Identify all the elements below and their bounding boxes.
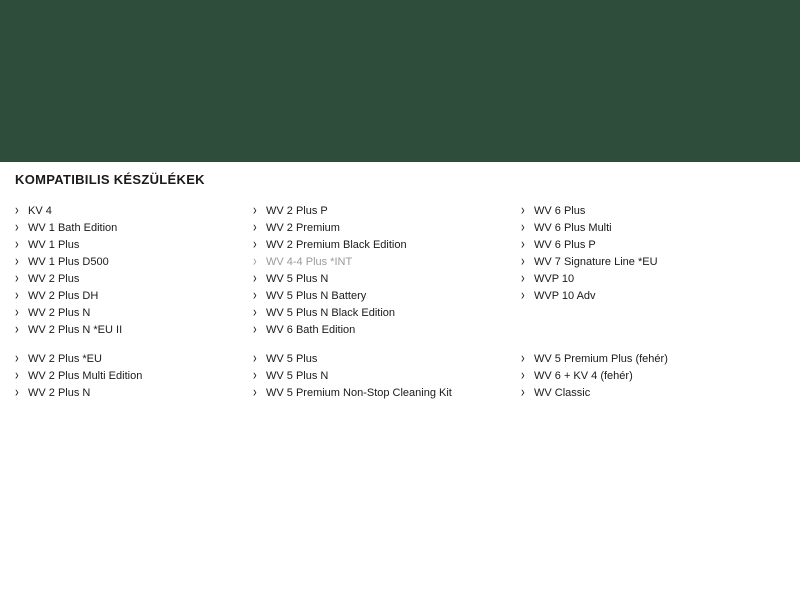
- device-link[interactable]: ›WV 2 Premium: [253, 220, 503, 237]
- device-label: WV 1 Bath Edition: [28, 220, 117, 237]
- chevron-right-icon: ›: [15, 383, 24, 405]
- device-label: WVP 10 Adv: [534, 288, 596, 305]
- device-link[interactable]: ›WV 1 Plus D500: [15, 254, 235, 271]
- device-label: WV 6 + KV 4 (fehér): [534, 368, 633, 385]
- device-label: WV 2 Premium: [266, 220, 340, 237]
- device-column: ›KV 4›WV 1 Bath Edition›WV 1 Plus›WV 1 P…: [15, 203, 235, 415]
- chevron-right-icon: ›: [253, 320, 262, 342]
- device-link[interactable]: ›WV 6 Plus Multi: [521, 220, 761, 237]
- device-link[interactable]: ›WV 2 Plus *EU: [15, 351, 235, 368]
- device-link[interactable]: ›WV 5 Premium Plus (fehér): [521, 351, 761, 368]
- chevron-right-icon: ›: [521, 286, 530, 308]
- device-link[interactable]: ›WVP 10: [521, 271, 761, 288]
- device-link[interactable]: ›WV 2 Premium Black Edition: [253, 237, 503, 254]
- device-link[interactable]: ›WV 6 Plus: [521, 203, 761, 220]
- device-link[interactable]: ›WV 1 Plus: [15, 237, 235, 254]
- device-column: ›WV 2 Plus P›WV 2 Premium›WV 2 Premium B…: [253, 203, 503, 415]
- device-link[interactable]: ›WV 6 Bath Edition: [253, 322, 503, 339]
- device-label: WV 6 Plus P: [534, 237, 596, 254]
- device-link[interactable]: ›WV 5 Plus N Battery: [253, 288, 503, 305]
- chevron-right-icon: ›: [521, 383, 530, 405]
- device-label: WV 4-4 Plus *INT: [266, 254, 352, 271]
- device-label: WV 6 Bath Edition: [266, 322, 355, 339]
- device-label: WV 2 Plus N: [28, 385, 90, 402]
- device-label: WV 2 Plus DH: [28, 288, 98, 305]
- device-link[interactable]: ›WV 5 Plus N Black Edition: [253, 305, 503, 322]
- device-link[interactable]: ›WV 2 Plus Multi Edition: [15, 368, 235, 385]
- device-label: WV 7 Signature Line *EU: [534, 254, 658, 271]
- device-group: ›WV 5 Plus›WV 5 Plus N›WV 5 Premium Non-…: [253, 351, 503, 402]
- device-label: WV 6 Plus: [534, 203, 585, 220]
- device-link[interactable]: ›WV 6 Plus P: [521, 237, 761, 254]
- device-link[interactable]: ›WV 4-4 Plus *INT: [253, 254, 503, 271]
- device-label: WV 2 Plus Multi Edition: [28, 368, 142, 385]
- device-link[interactable]: ›WV 5 Plus N: [253, 368, 503, 385]
- device-link[interactable]: ›WV 6 + KV 4 (fehér): [521, 368, 761, 385]
- device-group: ›WV 2 Plus P›WV 2 Premium›WV 2 Premium B…: [253, 203, 503, 339]
- device-link[interactable]: ›WV 2 Plus DH: [15, 288, 235, 305]
- device-link[interactable]: ›WV 5 Plus N: [253, 271, 503, 288]
- device-label: WV 2 Plus *EU: [28, 351, 102, 368]
- device-link[interactable]: ›WV Classic: [521, 385, 761, 402]
- device-columns: ›KV 4›WV 1 Bath Edition›WV 1 Plus›WV 1 P…: [15, 203, 785, 415]
- device-link[interactable]: ›WV 2 Plus N: [15, 385, 235, 402]
- device-label: WV 5 Plus N Black Edition: [266, 305, 395, 322]
- compatible-devices-section: KOMPATIBILIS KÉSZÜLÉKEK ›KV 4›WV 1 Bath …: [0, 162, 800, 415]
- device-link[interactable]: ›WV 2 Plus P: [253, 203, 503, 220]
- device-link[interactable]: ›WV 5 Plus: [253, 351, 503, 368]
- device-label: KV 4: [28, 203, 52, 220]
- device-link[interactable]: ›WV 2 Plus: [15, 271, 235, 288]
- device-label: WV 2 Plus N: [28, 305, 90, 322]
- banner-image: [0, 0, 800, 162]
- device-label: WV 5 Plus N Battery: [266, 288, 366, 305]
- device-group: ›x›x›WV 5 Premium Plus (fehér)›WV 6 + KV…: [521, 317, 761, 402]
- device-link[interactable]: ›KV 4: [15, 203, 235, 220]
- device-label: WV 6 Plus Multi: [534, 220, 612, 237]
- device-label: WVP 10: [534, 271, 574, 288]
- chevron-right-icon: ›: [15, 320, 24, 342]
- device-label: WV Classic: [534, 385, 590, 402]
- device-label: WV 1 Plus D500: [28, 254, 109, 271]
- device-label: WV 2 Plus: [28, 271, 79, 288]
- device-label: WV 5 Plus N: [266, 368, 328, 385]
- device-label: WV 2 Premium Black Edition: [266, 237, 407, 254]
- chevron-right-icon: ›: [253, 383, 262, 405]
- device-group: ›WV 6 Plus›WV 6 Plus Multi›WV 6 Plus P›W…: [521, 203, 761, 305]
- device-link[interactable]: ›WV 1 Bath Edition: [15, 220, 235, 237]
- device-label: WV 5 Premium Plus (fehér): [534, 351, 668, 368]
- device-label: WV 2 Plus P: [266, 203, 328, 220]
- device-label: WV 5 Premium Non-Stop Cleaning Kit: [266, 385, 452, 402]
- device-link[interactable]: ›WV 5 Premium Non-Stop Cleaning Kit: [253, 385, 503, 402]
- device-label: WV 5 Plus: [266, 351, 317, 368]
- device-group: ›WV 2 Plus *EU›WV 2 Plus Multi Edition›W…: [15, 351, 235, 402]
- device-label: WV 5 Plus N: [266, 271, 328, 288]
- device-link[interactable]: ›WV 2 Plus N *EU II: [15, 322, 235, 339]
- section-heading: KOMPATIBILIS KÉSZÜLÉKEK: [15, 172, 785, 187]
- device-column: ›WV 6 Plus›WV 6 Plus Multi›WV 6 Plus P›W…: [521, 203, 761, 415]
- device-label: WV 2 Plus N *EU II: [28, 322, 122, 339]
- device-label: WV 1 Plus: [28, 237, 79, 254]
- device-group: ›KV 4›WV 1 Bath Edition›WV 1 Plus›WV 1 P…: [15, 203, 235, 339]
- device-link[interactable]: ›WV 7 Signature Line *EU: [521, 254, 761, 271]
- device-link[interactable]: ›WVP 10 Adv: [521, 288, 761, 305]
- device-link[interactable]: ›WV 2 Plus N: [15, 305, 235, 322]
